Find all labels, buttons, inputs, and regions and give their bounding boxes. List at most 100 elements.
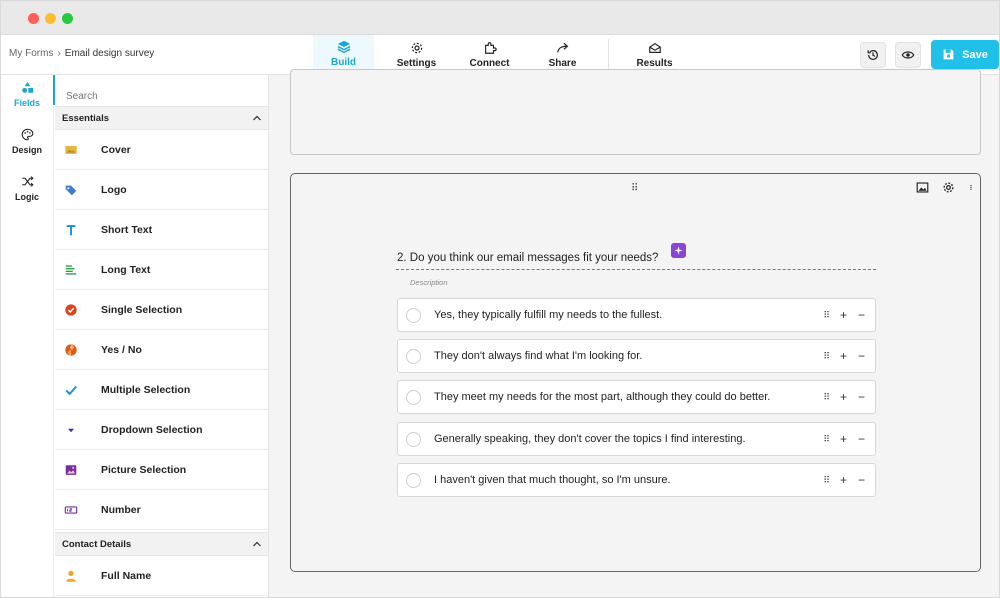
chevron-up-icon[interactable]	[252, 113, 262, 123]
layers-icon	[337, 40, 350, 54]
dropdown-icon	[64, 423, 78, 437]
option-label[interactable]: I haven't given that much thought, so I'…	[434, 474, 823, 486]
chevron-up-icon[interactable]	[252, 539, 262, 549]
field-logo[interactable]: Logo	[55, 170, 268, 210]
image-icon[interactable]	[916, 181, 929, 194]
checkmark-icon	[64, 383, 78, 397]
add-option-icon[interactable]: +	[840, 473, 847, 487]
radio-button[interactable]	[406, 431, 421, 447]
field-single-selection[interactable]: Single Selection	[55, 290, 268, 330]
rail-item-logic[interactable]: Logic	[1, 175, 53, 202]
maximize-window-button[interactable]	[62, 13, 73, 24]
close-window-button[interactable]	[28, 13, 39, 24]
rail-item-design-label: Design	[11, 145, 42, 155]
field-full-name[interactable]: Full Name	[55, 556, 268, 596]
save-button[interactable]: Save	[931, 40, 999, 69]
remove-option-icon[interactable]: −	[858, 473, 865, 487]
breadcrumb-separator: ›	[57, 48, 61, 59]
option-row[interactable]: They don't always find what I'm looking …	[397, 339, 876, 373]
add-option-icon[interactable]: +	[840, 349, 847, 363]
history-button[interactable]	[860, 42, 886, 68]
option-row[interactable]: Yes, they typically fulfill my needs to …	[397, 298, 876, 332]
question-title[interactable]: 2. Do you think our email messages fit y…	[397, 252, 658, 264]
remove-option-icon[interactable]: −	[858, 349, 865, 363]
reorder-icon[interactable]: ⠿	[823, 351, 830, 362]
field-dropdown-selection[interactable]: Dropdown Selection	[55, 410, 268, 450]
palette-icon	[21, 128, 33, 141]
card-toolbar	[916, 181, 974, 194]
logo-tag-icon	[64, 183, 78, 197]
tab-results-label: Results	[636, 58, 673, 69]
add-option-icon[interactable]: +	[840, 308, 847, 322]
reorder-icon[interactable]: ⠿	[823, 310, 830, 321]
field-long-text-label: Long Text	[101, 263, 151, 276]
option-row[interactable]: Generally speaking, they don't cover the…	[397, 422, 876, 456]
field-picture-selection[interactable]: Picture Selection	[55, 450, 268, 490]
option-row[interactable]: I haven't given that much thought, so I'…	[397, 463, 876, 497]
section-contact-details-header[interactable]: Contact Details	[55, 532, 268, 556]
previous-question-card[interactable]	[290, 69, 981, 155]
gear-icon	[411, 42, 422, 54]
shapes-icon	[21, 81, 33, 93]
breadcrumb-root-link[interactable]: My Forms	[9, 48, 53, 59]
more-vertical-icon[interactable]	[968, 181, 974, 194]
option-row[interactable]: They meet my needs for the most part, al…	[397, 380, 876, 414]
ai-sparkle-icon[interactable]	[671, 243, 686, 258]
add-option-icon[interactable]: +	[840, 432, 847, 446]
field-yes-no-label: Yes / No	[101, 343, 142, 356]
field-number[interactable]: Number	[55, 490, 268, 530]
floppy-disk-icon	[943, 49, 954, 60]
breadcrumb-current: Email design survey	[64, 48, 155, 59]
question-card[interactable]: ⠿ 2. Do you think our email messages fit…	[290, 173, 981, 572]
app-window: My Forms › Email design survey Build Set…	[0, 0, 1000, 598]
breadcrumb: My Forms › Email design survey	[9, 48, 154, 59]
tab-share-label: Share	[548, 58, 577, 69]
puzzle-icon	[484, 42, 497, 54]
radio-button[interactable]	[406, 389, 421, 405]
rail-item-logic-label: Logic	[15, 192, 39, 202]
field-picture-selection-label: Picture Selection	[101, 463, 187, 476]
reorder-icon[interactable]: ⠿	[823, 475, 830, 486]
field-long-text[interactable]: Long Text	[55, 250, 268, 290]
option-label[interactable]: They meet my needs for the most part, al…	[434, 391, 823, 403]
option-label[interactable]: Generally speaking, they don't cover the…	[434, 433, 823, 445]
option-label[interactable]: They don't always find what I'm looking …	[434, 350, 823, 362]
form-canvas: ⠿ 2. Do you think our email messages fit…	[269, 69, 999, 597]
person-icon	[64, 569, 78, 583]
drag-handle-icon[interactable]: ⠿	[631, 183, 639, 194]
title-bar	[1, 1, 999, 35]
long-text-icon	[64, 263, 78, 277]
inbox-icon	[648, 42, 661, 53]
field-yes-no[interactable]: Yes / No	[55, 330, 268, 370]
rail-item-fields[interactable]: Fields	[1, 81, 53, 108]
tab-build-label: Build	[331, 57, 356, 68]
cover-image-icon	[64, 143, 78, 157]
radio-button[interactable]	[406, 307, 421, 323]
remove-option-icon[interactable]: −	[858, 390, 865, 404]
reorder-icon[interactable]: ⠿	[823, 392, 830, 403]
option-label[interactable]: Yes, they typically fulfill my needs to …	[434, 309, 823, 321]
rail-item-fields-label: Fields	[13, 98, 40, 108]
reorder-icon[interactable]: ⠿	[823, 434, 830, 445]
section-essentials-header[interactable]: Essentials	[55, 106, 268, 130]
field-short-text[interactable]: Short Text	[55, 210, 268, 250]
add-option-icon[interactable]: +	[840, 390, 847, 404]
radio-button[interactable]	[406, 472, 421, 488]
yes-no-icon	[64, 343, 78, 357]
question-text[interactable]: Do you think our email messages fit your…	[410, 252, 659, 264]
remove-option-icon[interactable]: −	[858, 432, 865, 446]
field-logo-label: Logo	[101, 183, 127, 196]
minimize-window-button[interactable]	[45, 13, 56, 24]
description-field[interactable]: Description	[410, 278, 448, 287]
history-icon	[867, 49, 878, 60]
remove-option-icon[interactable]: −	[858, 308, 865, 322]
field-full-name-label: Full Name	[101, 569, 152, 582]
field-cover[interactable]: Cover	[55, 130, 268, 170]
search-input[interactable]	[55, 75, 268, 107]
gear-icon[interactable]	[942, 181, 955, 194]
field-number-label: Number	[101, 503, 141, 516]
preview-button[interactable]	[895, 42, 921, 68]
field-multiple-selection[interactable]: Multiple Selection	[55, 370, 268, 410]
radio-button[interactable]	[406, 348, 421, 364]
rail-item-design[interactable]: Design	[1, 128, 53, 155]
